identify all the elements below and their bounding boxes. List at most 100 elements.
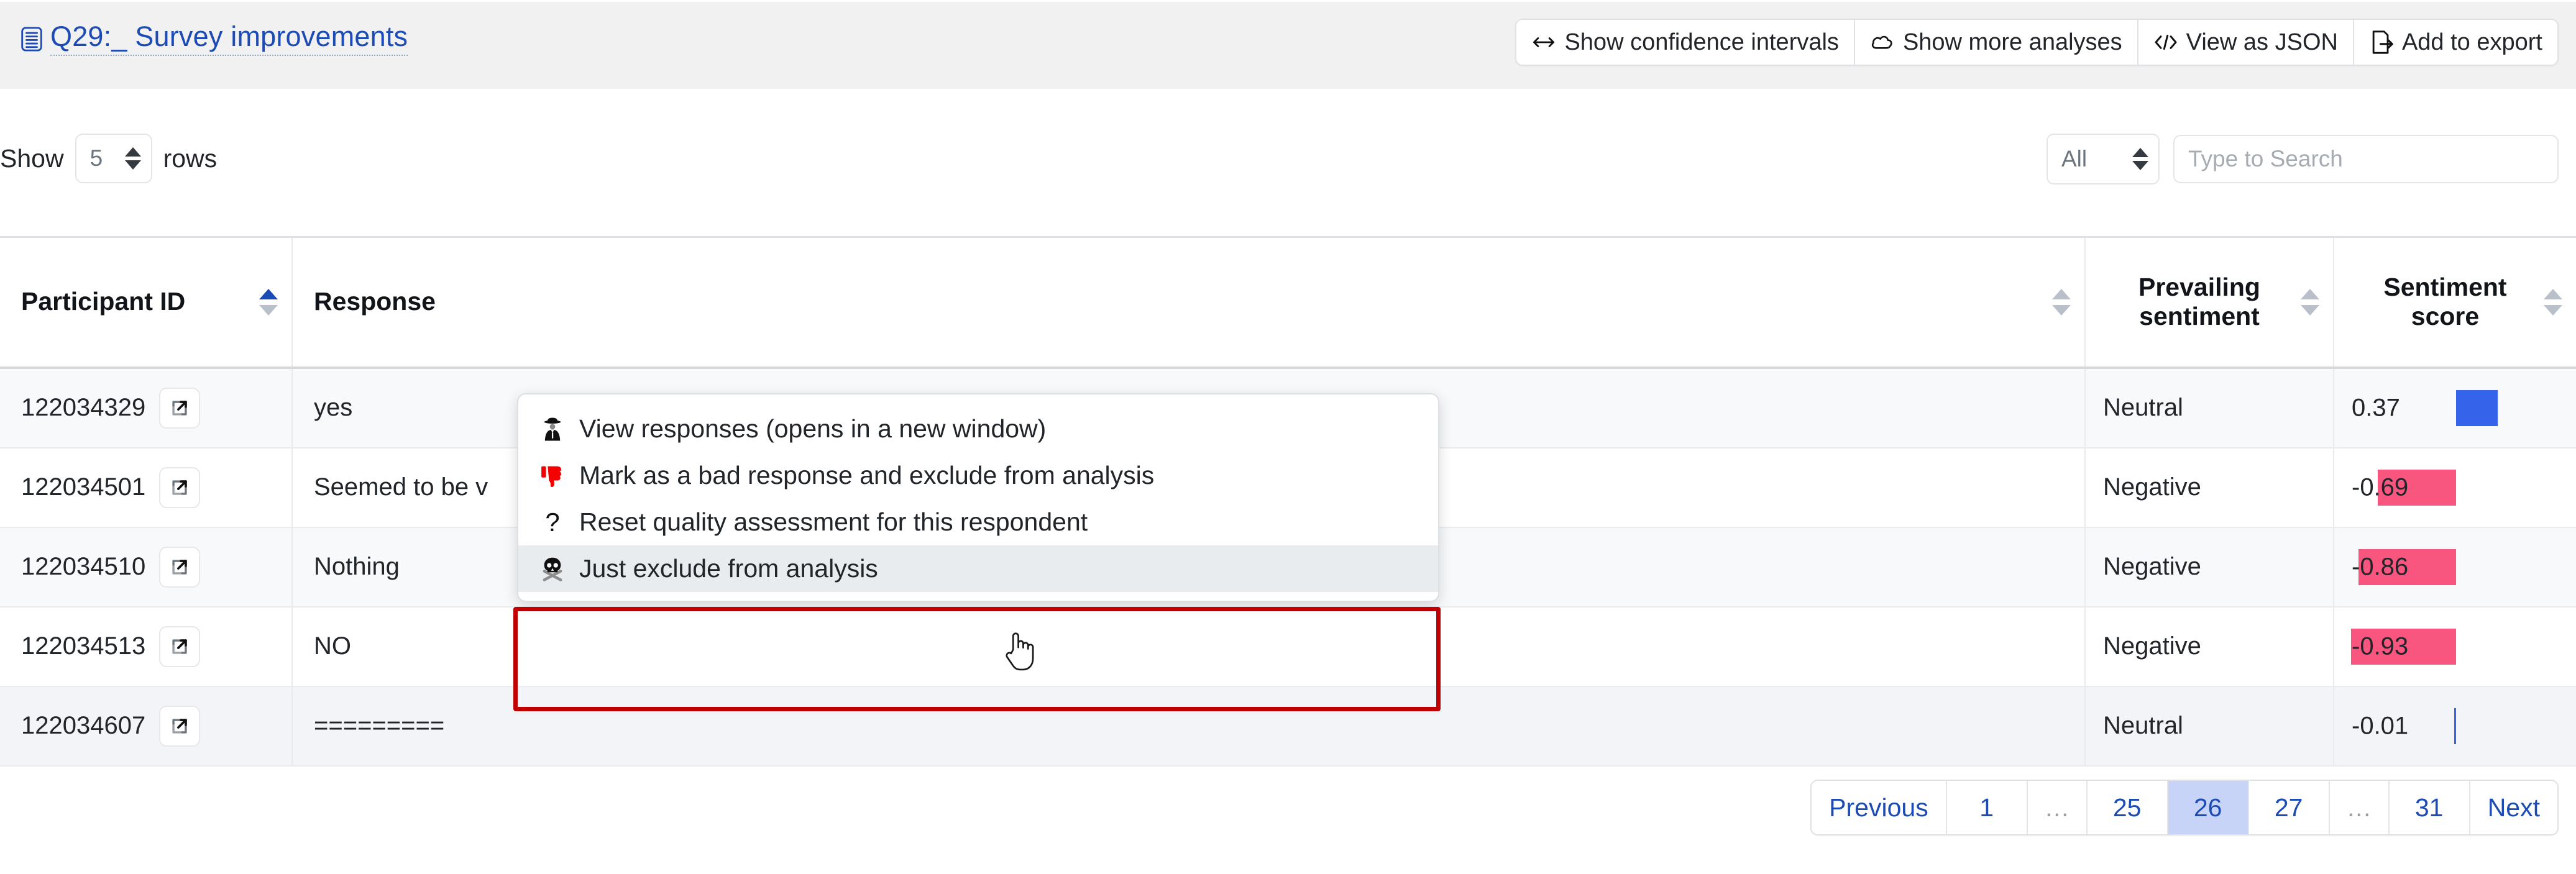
- score-bar-positive: [2456, 389, 2498, 426]
- external-link-icon[interactable]: [159, 626, 201, 667]
- analysis-toolbar: Show confidence intervals Show more anal…: [1515, 19, 2559, 66]
- add-to-export-button[interactable]: Add to export: [2354, 20, 2557, 65]
- context-menu-item-2[interactable]: Mark as a bad response and exclude from …: [518, 452, 1438, 499]
- stepper-arrows-icon: [2132, 148, 2148, 170]
- external-link-icon[interactable]: [159, 467, 201, 508]
- cell-sentiment-score: -0.86: [2334, 526, 2576, 608]
- cell-prevailing-sentiment: Negative: [2085, 447, 2334, 528]
- pagination-next-button[interactable]: Next: [2470, 781, 2557, 834]
- add-to-export-label: Add to export: [2401, 29, 2542, 55]
- cell-participant-id: 122034501: [0, 447, 293, 528]
- sort-arrows-icon[interactable]: [2544, 288, 2562, 316]
- context-menu-item-4[interactable]: Just exclude from analysis: [518, 545, 1438, 592]
- sentiment-filter-select[interactable]: All: [2047, 134, 2160, 184]
- cell-participant-id: 122034513: [0, 606, 293, 687]
- participant-id-value: 122034329: [21, 394, 146, 421]
- page-title[interactable]: Q29:_ Survey improvements: [21, 22, 408, 56]
- row-context-menu: View responses (opens in a new window) Ma…: [517, 393, 1439, 602]
- participant-id-value: 122034513: [21, 632, 146, 660]
- pagination-page-26[interactable]: 26: [2168, 781, 2249, 834]
- document-lines-icon: [21, 27, 42, 52]
- context-menu-item-label: View responses (opens in a new window): [579, 414, 1047, 443]
- column-header-prevailing-sentiment[interactable]: Prevailing sentiment: [2085, 236, 2334, 369]
- sentiment-score-value: -0.93: [2352, 632, 2409, 660]
- pagination-ellipsis: …: [2329, 781, 2390, 834]
- rows-per-page-value: 5: [89, 145, 103, 171]
- view-as-json-button[interactable]: View as JSON: [2138, 20, 2354, 65]
- show-more-analyses-button[interactable]: Show more analyses: [1854, 20, 2138, 65]
- pagination-previous-button[interactable]: Previous: [1812, 781, 1947, 834]
- sentiment-score-value: 0.37: [2352, 394, 2400, 421]
- sort-arrows-icon[interactable]: [2301, 288, 2319, 316]
- table-header-row: Participant ID Response Prevailing senti…: [0, 236, 2576, 369]
- question-results-panel: Q29:_ Survey improvements Show confidenc…: [0, 0, 2576, 874]
- cell-participant-id: 122034607: [0, 685, 293, 767]
- sentiment-filter-value: All: [2061, 146, 2088, 171]
- external-link-icon[interactable]: [159, 387, 201, 429]
- question-mark-icon: ?: [545, 507, 560, 537]
- export-arrow-icon: [2369, 30, 2394, 55]
- table-row[interactable]: 122034607 ========= Neutral -0.01: [0, 685, 2576, 767]
- sentiment-score-value: -0.01: [2352, 712, 2409, 739]
- pagination-page-25[interactable]: 25: [2087, 781, 2168, 834]
- pagination-page-27[interactable]: 27: [2248, 781, 2330, 834]
- rows-label: rows: [163, 143, 218, 173]
- cell-sentiment-score: -0.69: [2334, 447, 2576, 528]
- cell-prevailing-sentiment: Neutral: [2085, 366, 2334, 448]
- cell-prevailing-sentiment: Neutral: [2085, 685, 2334, 767]
- external-link-icon[interactable]: [159, 705, 201, 747]
- code-brackets-icon: [2153, 30, 2178, 55]
- sort-arrows-icon[interactable]: [259, 288, 278, 316]
- pagination-page-31[interactable]: 31: [2389, 781, 2470, 834]
- score-bar-negative: [2454, 708, 2456, 744]
- cell-participant-id: 122034329: [0, 366, 293, 448]
- pagination: Previous 1… 25 26 27… 31 Next: [1810, 780, 2559, 835]
- context-menu-item-3[interactable]: ? Reset quality assessment for this respo…: [518, 499, 1438, 545]
- cell-sentiment-score: -0.93: [2334, 606, 2576, 687]
- cell-sentiment-score: 0.37: [2334, 366, 2576, 448]
- context-menu-item-label: Just exclude from analysis: [579, 554, 878, 583]
- rows-per-page-select[interactable]: 5: [75, 134, 152, 183]
- cell-response: NO: [292, 606, 2086, 687]
- thumbs-down-icon: [538, 462, 567, 490]
- table-head: Participant ID Response Prevailing senti…: [0, 236, 2576, 369]
- cell-prevailing-sentiment: Negative: [2085, 526, 2334, 608]
- participant-id-value: 122034607: [21, 712, 146, 739]
- sentiment-score-value: -0.69: [2352, 473, 2409, 501]
- participant-id-value: 122034501: [21, 473, 146, 501]
- cell-sentiment-score: -0.01: [2334, 685, 2576, 767]
- view-as-json-label: View as JSON: [2186, 29, 2338, 55]
- column-label-participant-id: Participant ID: [21, 287, 186, 316]
- column-header-response[interactable]: Response: [292, 236, 2086, 369]
- left-right-arrow-icon: [1531, 30, 1556, 55]
- column-header-sentiment-score[interactable]: Sentiment score: [2334, 236, 2576, 369]
- cell-prevailing-sentiment: Negative: [2085, 606, 2334, 687]
- detective-icon: [538, 415, 567, 444]
- table-row[interactable]: 122034513 NO Negative -0.93: [0, 606, 2576, 687]
- column-label-sentiment-score: Sentiment score: [2383, 272, 2507, 331]
- context-menu-item-label: Reset quality assessment for this respon…: [579, 508, 1088, 536]
- show-label: Show: [0, 143, 64, 173]
- participant-id-value: 122034510: [21, 553, 146, 580]
- page-title-text: Q29:_ Survey improvements: [50, 22, 408, 56]
- context-menu-item-1[interactable]: View responses (opens in a new window): [518, 406, 1438, 452]
- stepper-arrows-icon: [124, 147, 141, 170]
- show-confidence-intervals-button[interactable]: Show confidence intervals: [1516, 20, 1855, 65]
- skull-crossbones-icon: [538, 555, 567, 583]
- cell-response: =========: [292, 685, 2086, 767]
- show-confidence-intervals-label: Show confidence intervals: [1564, 29, 1839, 55]
- sort-arrows-icon[interactable]: [2052, 288, 2071, 316]
- context-menu-item-label: Mark as a bad response and exclude from …: [579, 461, 1155, 489]
- column-header-participant-id[interactable]: Participant ID: [0, 236, 293, 369]
- show-more-analyses-label: Show more analyses: [1902, 29, 2122, 55]
- sentiment-score-value: -0.86: [2352, 553, 2409, 580]
- rows-per-page-control: Show 5 rows: [0, 134, 217, 183]
- pagination-ellipsis: …: [2027, 781, 2088, 834]
- cell-participant-id: 122034510: [0, 526, 293, 608]
- external-link-icon[interactable]: [159, 546, 201, 588]
- pagination-page-1[interactable]: 1: [1946, 781, 2028, 834]
- table-filter-controls: All: [2047, 134, 2559, 184]
- column-label-prevailing-sentiment: Prevailing sentiment: [2138, 272, 2260, 331]
- search-input[interactable]: [2173, 135, 2559, 183]
- cloud-icon: [1870, 30, 1895, 55]
